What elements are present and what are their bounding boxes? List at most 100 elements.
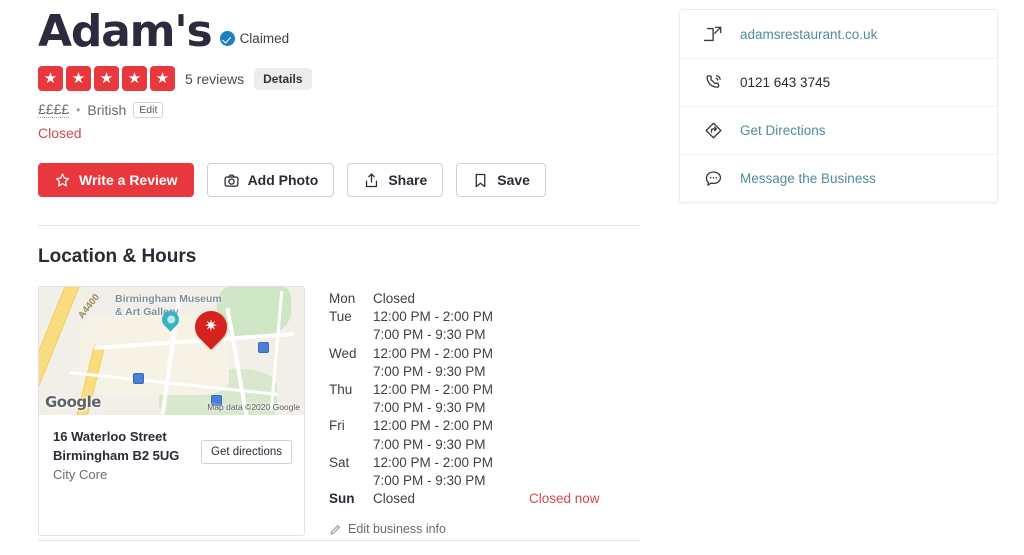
get-directions-button[interactable]: Get directions [201,440,292,464]
map-transit-marker[interactable] [258,342,269,353]
address-line-2: Birmingham B2 5UG [53,447,180,463]
hours-day-label [329,436,373,454]
verified-check-icon [219,31,235,46]
pencil-icon [330,524,341,535]
hours-day-label [329,399,373,417]
hours-status-note [513,290,600,308]
review-count[interactable]: 5 reviews [185,71,244,87]
sidebar-row-directions[interactable]: Get Directions [680,106,997,154]
hours-day-label [329,326,373,344]
claimed-badge-group[interactable]: Claimed [219,31,290,54]
business-page: Adam's Claimed ★ ★ ★ ★ ★ 5 reviews Details £… [0,0,1024,555]
share-icon [366,172,378,187]
sidebar-row-label[interactable]: Get Directions [740,123,826,138]
hours-status-note [513,363,600,381]
hours-row: 7:00 PM - 9:30 PM [329,326,600,344]
hours-time-range: 12:00 PM - 2:00 PM [373,454,494,470]
hours-day-label: Fri [329,418,345,434]
hours-time-range: 7:00 PM - 9:30 PM [373,363,486,379]
save-button[interactable]: Save [456,163,546,197]
share-button[interactable]: Share [347,163,444,197]
hours-time-range: 12:00 PM - 2:00 PM [373,418,494,434]
yelp-burst-glyph: ✷ [204,318,218,335]
star-glyph: ★ [127,70,142,87]
hours-row: 7:00 PM - 9:30 PM [329,399,600,417]
hours-status-note [513,417,600,435]
hours-row: Tue 12:00 PM - 2:00 PM [329,308,600,326]
hours-row: Thu 12:00 PM - 2:00 PM [329,381,600,399]
hours-time-range: Closed [373,291,416,306]
address-line-1: 16 Waterloo Street [53,429,167,444]
map-poi-label: Birmingham Museum & Art Gallery [115,293,245,319]
business-header: Adam's Claimed [38,0,640,54]
edit-business-info-link[interactable]: Edit business info [348,522,446,536]
page-title: Adam's [38,6,213,57]
star-rating[interactable]: ★ ★ ★ ★ ★ [38,66,175,91]
map-attribution: Map data ©2020 Google [207,402,300,412]
page-bottom-divider [38,540,640,541]
add-photo-button[interactable]: Add Photo [206,163,335,197]
hours-row: 7:00 PM - 9:30 PM [329,472,600,490]
map-transit-marker[interactable] [133,373,144,384]
main-content: Adam's Claimed ★ ★ ★ ★ ★ 5 reviews Details £… [38,0,640,537]
sidebar-row-external-link[interactable]: adamsrestaurant.co.uk [680,10,997,58]
hours-status-note [513,454,600,472]
hours-status-note [513,399,600,417]
hours-row: Wed 12:00 PM - 2:00 PM [329,345,600,363]
hours-table: Mon Closed Tue 12:00 PM - 2:00 PM 7:00 PM - … [329,290,600,508]
hours-row: Sat 12:00 PM - 2:00 PM [329,454,600,472]
map-card: A4400 Birmingham Museum & Art Gallery ✷ G… [38,286,305,537]
camera-icon [224,173,239,187]
hours-time-range: 7:00 PM - 9:30 PM [373,473,486,489]
hours-time-range: 12:00 PM - 2:00 PM [373,382,494,398]
star-outline-icon [55,172,70,186]
hours-status-note [513,381,600,399]
star-glyph: ★ [71,70,86,87]
hours-day-label [329,472,373,490]
address-block: 16 Waterloo Street Birmingham B2 5UG Cit… [39,415,304,499]
hours-section: Mon Closed Tue 12:00 PM - 2:00 PM 7:00 PM - … [329,286,640,536]
hours-time-range: 12:00 PM - 2:00 PM [373,309,494,325]
section-divider [38,225,640,226]
hours-status-note [513,326,600,344]
hours-status-note [513,308,600,326]
edit-category-button[interactable]: Edit [133,101,164,118]
price-range[interactable]: ££££ [38,101,70,118]
hours-row: 7:00 PM - 9:30 PM [329,363,600,381]
sidebar-row-phone[interactable]: 0121 643 3745 [680,58,997,106]
hours-time-range: 12:00 PM - 2:00 PM [373,345,494,361]
hours-day-label: Tue [329,309,352,325]
separator: • [76,102,81,117]
message-bubble-icon [702,169,724,188]
business-meta: ££££ • British Edit [38,101,640,118]
edit-business-info-row[interactable]: Edit business info [329,522,640,536]
hours-status-note [513,472,600,490]
sidebar-row-label[interactable]: Message the Business [740,171,876,186]
star-icon: ★ [94,66,119,91]
hours-time-range: Closed [373,491,416,507]
address-neighborhood: City Core [53,466,108,482]
sidebar-row-label[interactable]: adamsrestaurant.co.uk [740,27,877,42]
hours-day-label: Sun [329,491,355,507]
claimed-label: Claimed [239,31,290,46]
map-image[interactable]: A4400 Birmingham Museum & Art Gallery ✷ G… [39,287,304,415]
category-link[interactable]: British [87,102,126,118]
details-button[interactable]: Details [254,67,312,90]
sidebar-row-message-bubble[interactable]: Message the Business [680,154,997,202]
hours-day-label: Sat [329,454,350,470]
write-a-review-button[interactable]: Write a Review [38,163,194,197]
hours-day-label: Wed [329,345,357,361]
location-hours-body: A4400 Birmingham Museum & Art Gallery ✷ G… [38,286,640,537]
button-label: Add Photo [247,172,319,188]
hours-day-label [329,363,373,381]
action-buttons: Write a Review Add Photo Share Save [38,163,640,197]
rating-row: ★ ★ ★ ★ ★ 5 reviews Details [38,66,640,91]
hours-day-label: Mon [329,291,356,306]
bookmark-icon [475,173,486,187]
hours-time-range: 7:00 PM - 9:30 PM [373,327,486,343]
star-icon: ★ [38,66,63,91]
star-icon: ★ [122,66,147,91]
phone-icon [702,73,724,92]
contact-sidebar: adamsrestaurant.co.uk 0121 643 3745 Get Di… [679,9,998,203]
star-glyph: ★ [99,70,114,87]
